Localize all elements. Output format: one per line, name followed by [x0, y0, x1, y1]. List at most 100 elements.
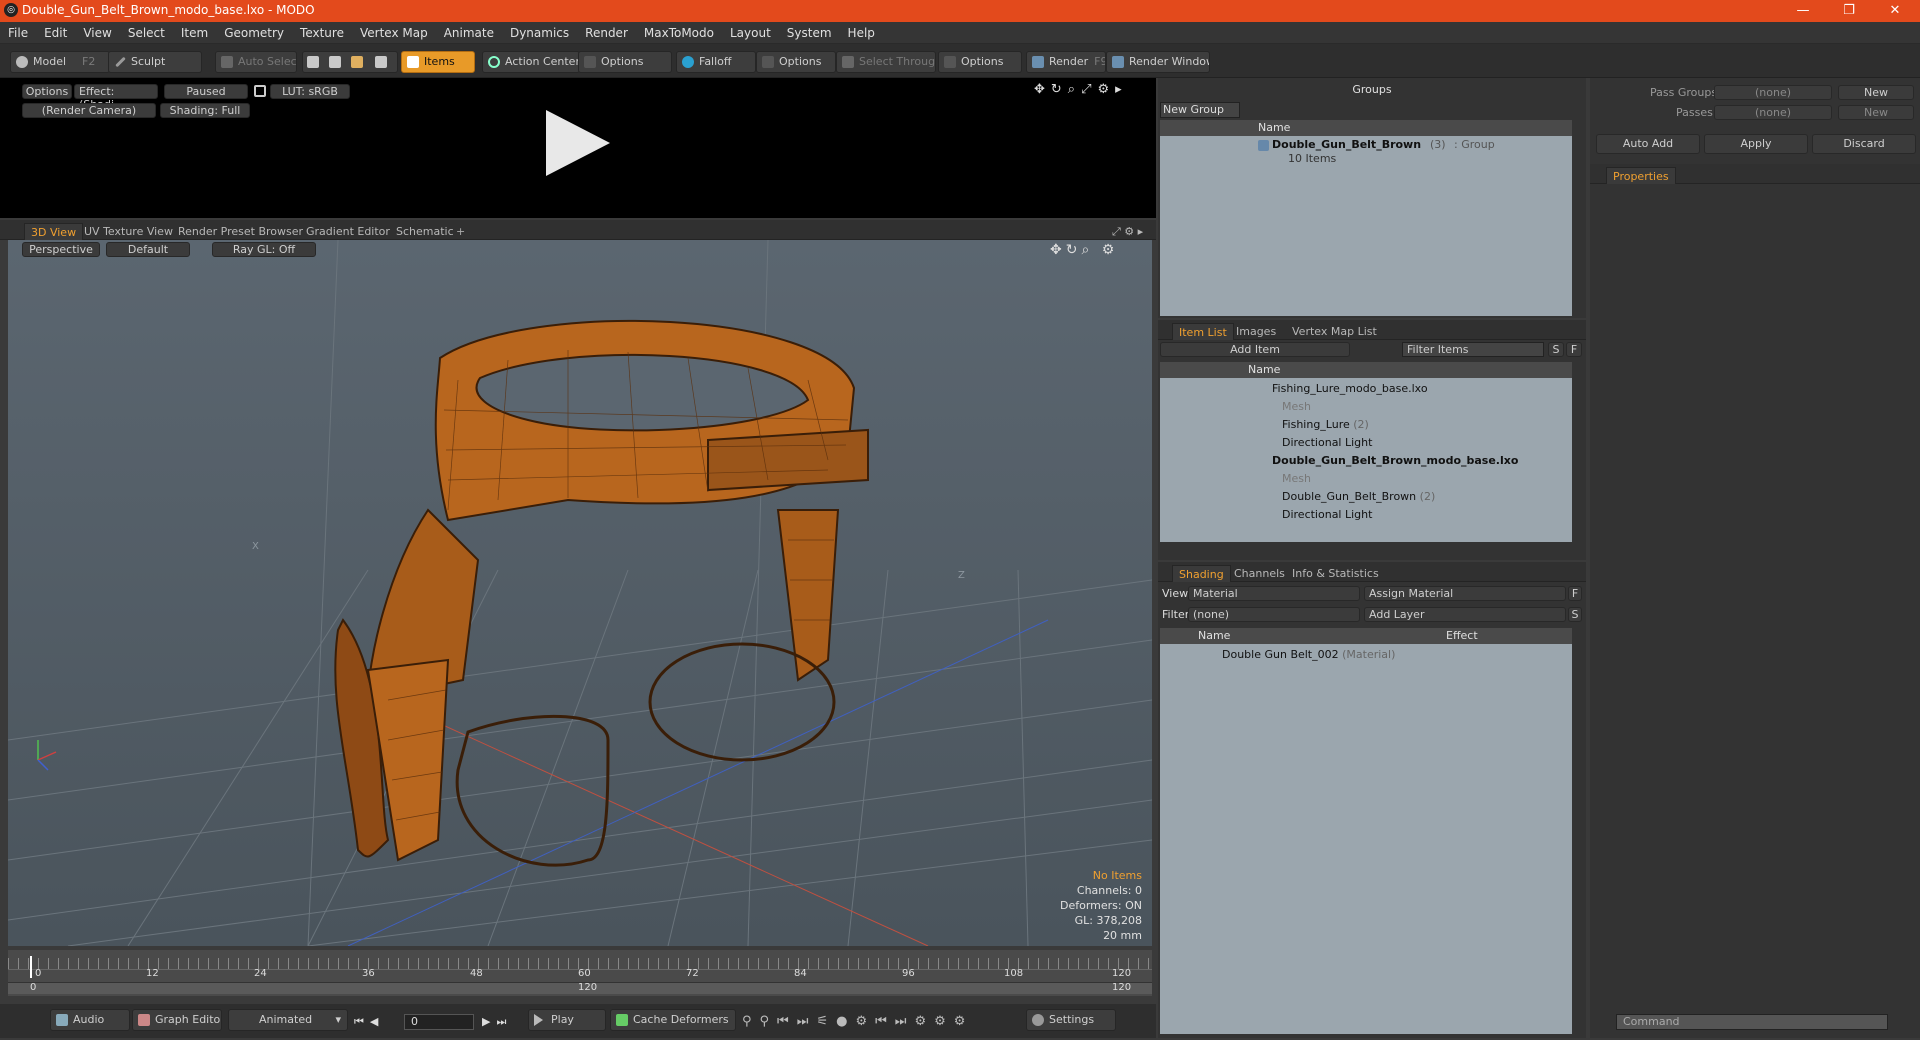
- polygons-icon[interactable]: [351, 56, 363, 68]
- 3d-viewport[interactable]: Perspective Default Ray GL: Off ✥↻⌕ ⚙ X …: [8, 240, 1152, 946]
- key-tools[interactable]: ⚲⚲⏮⏭⚟●⚙⏮⏭⚙⚙⚙: [742, 1014, 973, 1029]
- pass-groups-dropdown[interactable]: (none): [1714, 85, 1832, 100]
- step-forward-buttons[interactable]: ▶⏭: [482, 1015, 512, 1029]
- step-back-buttons[interactable]: ⏮◀: [354, 1015, 384, 1029]
- select-through-button[interactable]: Select Through: [836, 51, 936, 73]
- apply-button[interactable]: Apply: [1704, 134, 1808, 154]
- render-camera-dropdown[interactable]: (Render Camera): [22, 103, 156, 118]
- play-icon[interactable]: [546, 110, 610, 176]
- material-row[interactable]: Double Gun Belt_002 (Material): [1160, 646, 1395, 664]
- tab-item-list[interactable]: Item List: [1172, 323, 1234, 340]
- tab-render-preset-browser[interactable]: Render Preset Browser: [172, 223, 309, 240]
- assign-material-dropdown[interactable]: Assign Material: [1364, 586, 1566, 601]
- menu-item[interactable]: Item: [173, 22, 216, 44]
- tab-vertex-map-list[interactable]: Vertex Map List: [1286, 323, 1383, 340]
- select-through-options-button[interactable]: Options: [938, 51, 1022, 73]
- close-icon[interactable]: ✕: [1872, 0, 1918, 22]
- play-button[interactable]: Play: [528, 1009, 606, 1031]
- groups-list[interactable]: Name Double_Gun_Belt_Brown (3) : Group 1…: [1160, 120, 1572, 316]
- lut-dropdown[interactable]: LUT: sRGB: [270, 84, 350, 99]
- menu-layout[interactable]: Layout: [722, 22, 779, 44]
- preview-options-button[interactable]: Options: [22, 84, 72, 99]
- menu-dynamics[interactable]: Dynamics: [502, 22, 577, 44]
- group-name[interactable]: Double_Gun_Belt_Brown: [1272, 138, 1421, 151]
- auto-select-button[interactable]: Auto Select: [215, 51, 297, 73]
- item-row[interactable]: Double_Gun_Belt_Brown_modo_base.lxo: [1160, 452, 1518, 470]
- materials-icon[interactable]: [375, 56, 387, 68]
- add-item-dropdown[interactable]: Add Item: [1160, 342, 1350, 357]
- add-tab-icon[interactable]: +: [450, 223, 471, 240]
- item-row[interactable]: Double_Gun_Belt_Brown (2): [1160, 488, 1435, 506]
- sculpt-mode-button[interactable]: Sculpt: [108, 51, 202, 73]
- view-dropdown[interactable]: Material: [1188, 586, 1360, 601]
- menu-vertex-map[interactable]: Vertex Map: [352, 22, 436, 44]
- tab-images[interactable]: Images: [1230, 323, 1282, 340]
- item-row[interactable]: Fishing_Lure_modo_base.lxo: [1160, 380, 1428, 398]
- minimize-icon[interactable]: —: [1780, 0, 1826, 22]
- menu-system[interactable]: System: [779, 22, 840, 44]
- new-pass-button[interactable]: New: [1838, 105, 1914, 120]
- vertices-icon[interactable]: [307, 56, 319, 68]
- preview-tools[interactable]: ✥↻⌕⤢⚙▸: [1034, 82, 1128, 97]
- filter-f-button[interactable]: F: [1566, 342, 1582, 357]
- tab-shading[interactable]: Shading: [1172, 565, 1231, 582]
- discard-button[interactable]: Discard: [1812, 134, 1916, 154]
- item-row[interactable]: Directional Light: [1160, 506, 1372, 524]
- paused-button[interactable]: Paused: [164, 84, 248, 99]
- items-mode-button[interactable]: Items: [401, 51, 475, 73]
- filter-items-input[interactable]: Filter Items: [1402, 342, 1544, 357]
- menu-help[interactable]: Help: [840, 22, 883, 44]
- viewport-settings-icon[interactable]: ⤢ ⚙ ▸: [1106, 223, 1149, 240]
- tab-3d-view[interactable]: 3D View: [24, 223, 84, 240]
- falloff-options-button[interactable]: Options: [756, 51, 836, 73]
- tab-gradient-editor[interactable]: Gradient Editor: [300, 223, 396, 240]
- passes-dropdown[interactable]: (none): [1714, 105, 1832, 120]
- new-pass-group-button[interactable]: New: [1838, 85, 1914, 100]
- menu-view[interactable]: View: [75, 22, 119, 44]
- item-row[interactable]: Mesh: [1160, 398, 1311, 416]
- shading-dropdown[interactable]: Shading: Full: [160, 103, 250, 118]
- menu-select[interactable]: Select: [120, 22, 173, 44]
- tab-uv-texture-view[interactable]: UV Texture View: [78, 223, 179, 240]
- add-layer-dropdown[interactable]: Add Layer: [1364, 607, 1566, 622]
- falloff-button[interactable]: Falloff: [676, 51, 756, 73]
- menu-texture[interactable]: Texture: [292, 22, 352, 44]
- menu-geometry[interactable]: Geometry: [216, 22, 292, 44]
- item-row[interactable]: Directional Light: [1160, 434, 1372, 452]
- shading-s-button[interactable]: S: [1568, 607, 1582, 622]
- cache-deformers-button[interactable]: Cache Deformers: [610, 1009, 736, 1031]
- filter-dropdown[interactable]: (none): [1188, 607, 1360, 622]
- action-center-options-button[interactable]: Options: [578, 51, 672, 73]
- playhead[interactable]: [30, 956, 32, 978]
- audio-button[interactable]: Audio: [50, 1009, 130, 1031]
- action-center-button[interactable]: Action Center: [482, 51, 580, 73]
- command-input[interactable]: Command: [1616, 1014, 1888, 1030]
- auto-add-button[interactable]: Auto Add: [1596, 134, 1700, 154]
- settings-button[interactable]: Settings: [1026, 1009, 1116, 1031]
- menu-edit[interactable]: Edit: [36, 22, 75, 44]
- frame-field[interactable]: 0: [404, 1014, 474, 1030]
- render-button[interactable]: RenderF9: [1026, 51, 1106, 73]
- tab-info-statistics[interactable]: Info & Statistics: [1286, 565, 1385, 582]
- edges-icon[interactable]: [329, 56, 341, 68]
- new-group-button[interactable]: New Group: [1160, 102, 1240, 118]
- shader-tree[interactable]: Name Effect Double Gun Belt_002 (Materia…: [1160, 628, 1572, 1034]
- shading-f-button[interactable]: F: [1568, 586, 1582, 601]
- model-mode-button[interactable]: Model F2: [10, 51, 110, 73]
- effect-dropdown[interactable]: Effect: (Shadi...: [74, 84, 158, 111]
- menu-maxtomodo[interactable]: MaxToModo: [636, 22, 722, 44]
- menu-file[interactable]: File: [0, 22, 36, 44]
- item-row[interactable]: Mesh: [1160, 470, 1311, 488]
- graph-editor-button[interactable]: Graph Editor: [132, 1009, 222, 1031]
- item-row[interactable]: Fishing_Lure (2): [1160, 416, 1369, 434]
- lock-icon[interactable]: [254, 85, 266, 97]
- menu-animate[interactable]: Animate: [436, 22, 502, 44]
- render-window-button[interactable]: Render Window: [1106, 51, 1210, 73]
- tab-channels[interactable]: Channels: [1228, 565, 1291, 582]
- menu-render[interactable]: Render: [577, 22, 636, 44]
- animated-dropdown[interactable]: Animated ▾: [228, 1009, 348, 1031]
- gun-belt-model[interactable]: [334, 319, 869, 867]
- tab-properties[interactable]: Properties: [1606, 167, 1676, 184]
- restore-icon[interactable]: ❐: [1826, 0, 1872, 22]
- filter-s-button[interactable]: S: [1548, 342, 1564, 357]
